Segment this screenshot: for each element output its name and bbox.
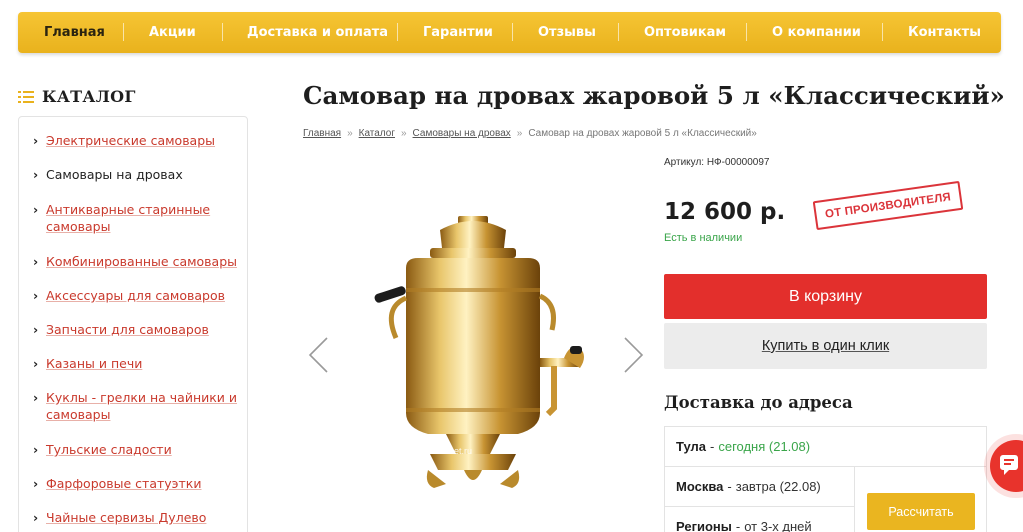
gallery-prev-button[interactable] [307,336,329,374]
top-navigation: Главная Акции Доставка и оплата Гарантии… [18,12,1001,53]
delivery-column-divider [854,467,855,532]
add-to-cart-button[interactable]: В корзину [664,274,987,319]
calculate-delivery-button[interactable]: Рассчитать [867,493,975,530]
chevron-left-icon [308,337,328,373]
chevron-right-icon: › [33,510,39,525]
catalog-menu: › Электрические самовары › Самовары на д… [18,116,248,532]
product-sku: Артикул: НФ-00000097 [664,157,770,168]
chat-widget-button[interactable] [990,440,1023,492]
catalog-item-dolls[interactable]: › Куклы - грелки на чайники и самовары [33,389,238,423]
chevron-right-icon: › [33,288,39,303]
stock-status: Есть в наличии [664,232,743,244]
chevron-right-icon: › [33,133,39,148]
catalog-item-electric-samovars[interactable]: › Электрические самовары [33,132,238,149]
nav-item-about[interactable]: О компании [772,25,861,40]
image-watermark: samovarov-net.ru [402,446,473,456]
catalog-item-sweets[interactable]: › Тульские сладости [33,441,238,458]
chevron-right-icon: › [33,322,39,337]
chevron-right-icon: › [33,254,39,269]
catalog-item-figurines[interactable]: › Фарфоровые статуэтки [33,475,238,492]
chevron-right-icon: › [33,167,39,182]
delivery-table: Тула - сегодня (21.08) Москва - завтра (22.0… [664,426,987,532]
breadcrumb-category[interactable]: Самовары на дровах [413,128,511,139]
nav-separator [123,23,124,41]
list-icon [18,90,34,104]
nav-item-reviews[interactable]: Отзывы [538,25,596,40]
chevron-right-icon: › [33,442,39,457]
breadcrumb: Главная» Каталог» Самовары на дровах» Самов… [303,128,757,139]
product-title: Самовар на дровах жаровой 5 л «Классичес… [303,81,1005,110]
chevron-right-icon [624,337,644,373]
buy-one-click-label: Купить в один клик [761,338,890,354]
gallery-next-button[interactable] [623,336,645,374]
catalog-item-kazans[interactable]: › Казаны и печи [33,355,238,372]
breadcrumb-current: Самовар на дровах жаровой 5 л «Классичес… [528,128,757,139]
manufacturer-stamp: ОТ ПРОИЗВОДИТЕЛЯ [812,180,964,231]
nav-item-guarantees[interactable]: Гарантии [423,25,493,40]
breadcrumb-catalog[interactable]: Каталог [359,128,395,139]
product-image[interactable] [358,208,608,498]
nav-item-wholesale[interactable]: Оптовикам [644,25,726,40]
delivery-title: Доставка до адреса [664,393,853,412]
delivery-row-tula: Тула - сегодня (21.08) [665,427,986,467]
nav-separator [397,23,398,41]
chat-icon [1000,455,1018,475]
breadcrumb-home[interactable]: Главная [303,128,341,139]
buy-one-click-button[interactable]: Купить в один клик [664,323,987,369]
nav-separator [746,23,747,41]
catalog-item-accessories[interactable]: › Аксессуары для самоваров [33,287,238,304]
product-price: 12 600 р. [664,199,786,225]
chevron-right-icon: › [33,356,39,371]
nav-item-home[interactable]: Главная [44,25,105,40]
chevron-right-icon: › [33,476,39,491]
catalog-header: КАТАЛОГ [18,87,136,106]
nav-separator [618,23,619,41]
catalog-item-tea-sets[interactable]: › Чайные сервизы Дулево [33,509,238,526]
delivery-row-moscow: Москва - завтра (22.08) [665,467,854,507]
nav-item-delivery[interactable]: Доставка и оплата [247,25,388,40]
catalog-item-combined-samovars[interactable]: › Комбинированные самовары [33,253,238,270]
nav-item-contacts[interactable]: Контакты [908,25,981,40]
chevron-right-icon: › [33,202,39,217]
catalog-item-spare-parts[interactable]: › Запчасти для самоваров [33,321,238,338]
catalog-item-antique-samovars[interactable]: › Антикварные старинные самовары [33,201,238,235]
nav-separator [882,23,883,41]
nav-item-promotions[interactable]: Акции [149,25,196,40]
catalog-title: КАТАЛОГ [42,87,136,106]
nav-separator [512,23,513,41]
chevron-right-icon: › [33,390,39,405]
catalog-item-wood-samovars[interactable]: › Самовары на дровах [33,166,238,183]
delivery-row-regions: Регионы - от 3-х дней [665,507,854,532]
nav-separator [222,23,223,41]
